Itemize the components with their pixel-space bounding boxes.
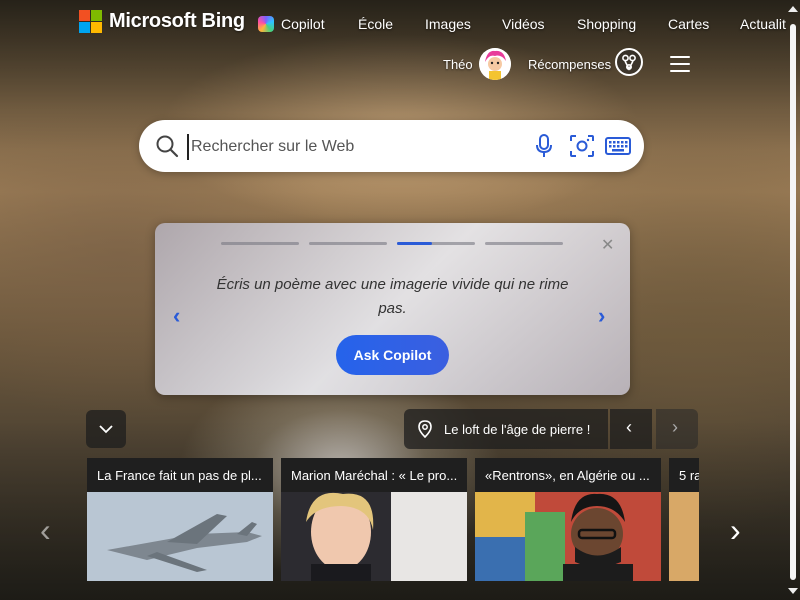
- nav-shopping[interactable]: Shopping: [577, 16, 636, 32]
- microsoft-logo-icon: [79, 10, 102, 33]
- news-title: 5 ra: [679, 468, 699, 483]
- news-image-partial: [669, 492, 699, 581]
- search-icon[interactable]: [155, 134, 179, 158]
- news-title: «Rentrons», en Algérie ou ...: [485, 468, 650, 483]
- news-title: La France fait un pas de pl...: [97, 468, 262, 483]
- image-location-label: Le loft de l'âge de pierre !: [444, 422, 591, 437]
- chevron-left-icon: ‹: [626, 417, 632, 437]
- news-card[interactable]: La France fait un pas de pl...: [87, 458, 273, 581]
- brand-name: Microsoft Bing: [109, 10, 245, 32]
- rewards-label[interactable]: Récompenses: [528, 57, 611, 72]
- nav-ecole[interactable]: École: [358, 16, 393, 32]
- keyboard-icon[interactable]: [605, 136, 631, 156]
- microphone-icon[interactable]: [535, 134, 553, 158]
- bing-logo[interactable]: Microsoft Bing: [79, 10, 245, 33]
- nav-copilot[interactable]: Copilot: [281, 16, 325, 32]
- news-title: Marion Maréchal : « Le pro...: [291, 468, 458, 483]
- nav-cartes[interactable]: Cartes: [668, 16, 709, 32]
- progress-step-1[interactable]: [221, 242, 299, 245]
- visual-search-icon[interactable]: [569, 134, 595, 158]
- progress-step-3-fill: [397, 242, 432, 245]
- search-box: [139, 120, 644, 172]
- ask-copilot-button[interactable]: Ask Copilot: [336, 335, 449, 375]
- search-input[interactable]: [187, 134, 523, 160]
- avatar[interactable]: [479, 48, 511, 80]
- image-location-chip[interactable]: Le loft de l'âge de pierre !: [404, 409, 608, 449]
- user-name[interactable]: Théo: [443, 57, 473, 72]
- news-prev-chevron-icon[interactable]: ‹: [40, 512, 51, 549]
- next-image-button[interactable]: ›: [656, 409, 698, 449]
- nav-videos[interactable]: Vidéos: [502, 16, 545, 32]
- progress-step-4[interactable]: [485, 242, 563, 245]
- scroll-down-arrow-icon[interactable]: [788, 588, 798, 594]
- news-next-chevron-icon[interactable]: ›: [730, 512, 741, 549]
- news-image-jet: [87, 492, 273, 581]
- close-icon[interactable]: ✕: [601, 235, 614, 255]
- news-card[interactable]: Marion Maréchal : « Le pro...: [281, 458, 467, 581]
- card-next-chevron-icon[interactable]: ›: [598, 303, 605, 329]
- news-image-portrait: [281, 492, 467, 581]
- news-image-painting: [475, 492, 661, 581]
- news-card[interactable]: «Rentrons», en Algérie ou ...: [475, 458, 661, 581]
- nav-actualites[interactable]: Actualit: [740, 16, 786, 32]
- menu-hamburger-icon[interactable]: [670, 56, 690, 72]
- nav-images[interactable]: Images: [425, 16, 471, 32]
- copilot-icon: [258, 16, 274, 32]
- chevron-down-icon: [99, 425, 113, 434]
- location-pin-icon: [418, 420, 432, 438]
- previous-image-button[interactable]: ‹: [610, 409, 652, 449]
- chevron-right-icon: ›: [672, 417, 678, 437]
- card-prev-chevron-icon[interactable]: ‹: [173, 303, 180, 329]
- copilot-suggestion-card: ✕ ‹ Écris un poème avec une imagerie viv…: [155, 223, 630, 395]
- copilot-prompt-text: Écris un poème avec une imagerie vivide …: [216, 276, 569, 317]
- avatar-image-icon: [479, 48, 511, 80]
- progress-step-2[interactable]: [309, 242, 387, 245]
- scrollbar-thumb[interactable]: [790, 24, 796, 580]
- progress-step-3[interactable]: [397, 242, 475, 245]
- collapse-feed-button[interactable]: [86, 410, 126, 448]
- news-card[interactable]: 5 ra: [669, 458, 699, 581]
- rewards-trophy-icon[interactable]: [615, 48, 643, 76]
- scroll-up-arrow-icon[interactable]: [788, 6, 798, 12]
